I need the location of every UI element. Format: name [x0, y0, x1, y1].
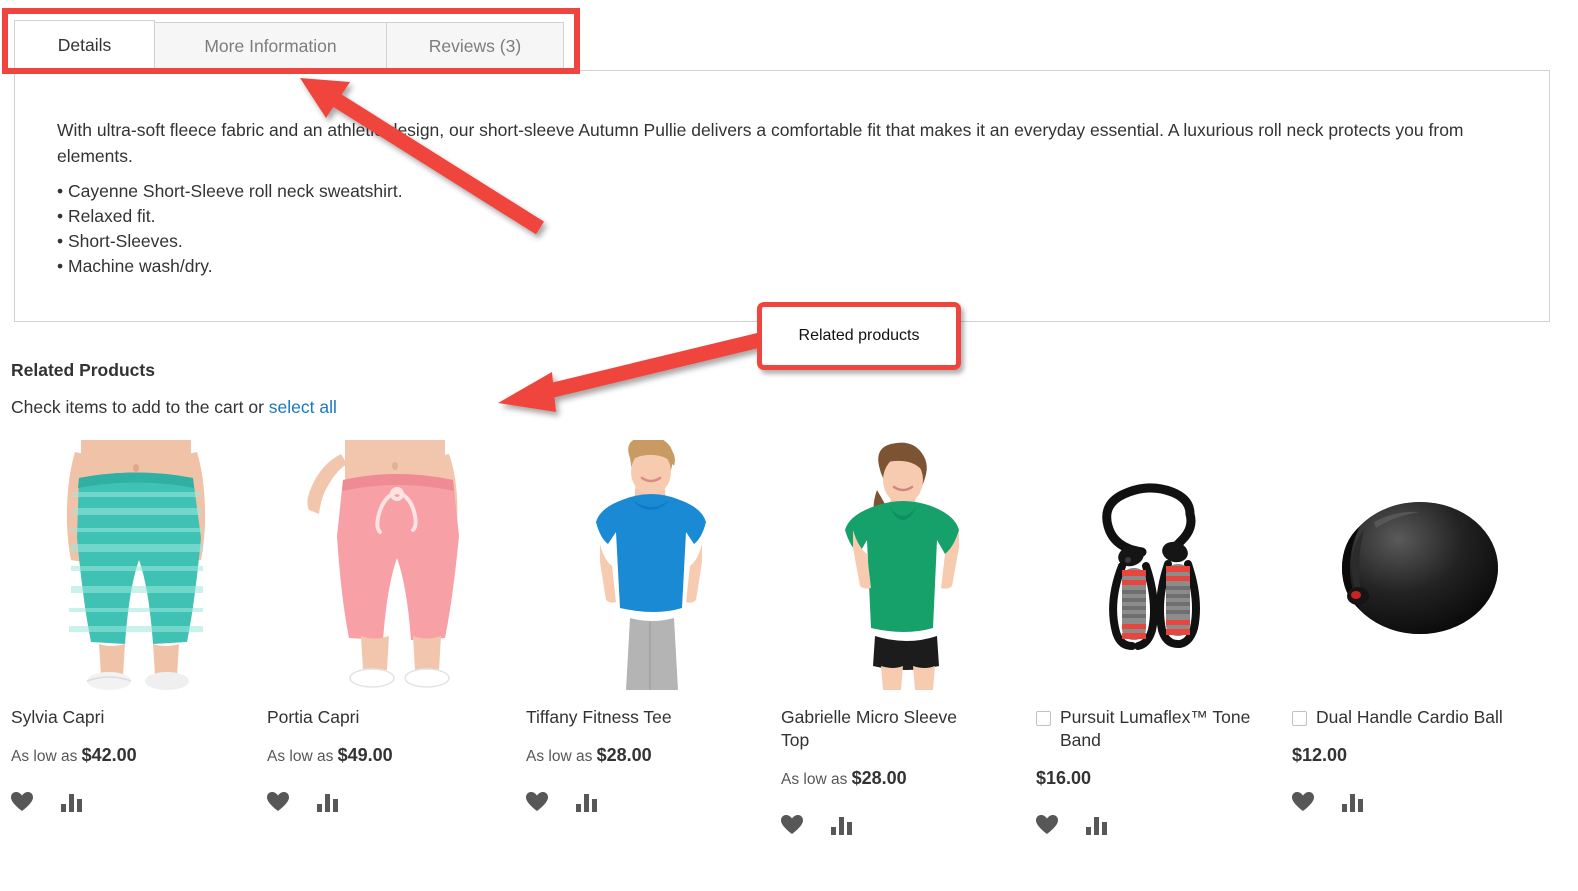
price-amount: $28.00 [851, 768, 907, 788]
product-image-black-resistance-tone-band[interactable] [1036, 440, 1286, 690]
tab-more-information-label: More Information [204, 36, 337, 56]
product-description-paragraph: With ultra-soft fleece fabric and an ath… [57, 120, 1464, 166]
tab-details-label: Details [57, 35, 112, 55]
heart-icon[interactable] [267, 792, 289, 812]
heart-icon[interactable] [11, 792, 33, 812]
price-prefix: As low as [267, 748, 338, 765]
product-name-row: Dual Handle Cardio Ball [1292, 706, 1542, 729]
product-detail-page: Details More Information Reviews (3) Wit… [0, 0, 1578, 891]
related-products-grid: Sylvia Capri As low as $42.00 Portia Cap… [11, 440, 1571, 860]
price-amount: $42.00 [81, 745, 137, 765]
product-name-row: Tiffany Fitness Tee [526, 706, 776, 729]
price-amount: $28.00 [596, 745, 652, 765]
product-name[interactable]: Gabrielle Micro Sleeve Top [781, 706, 986, 752]
product-card: Sylvia Capri As low as $42.00 [11, 440, 261, 812]
tab-details[interactable]: Details [14, 20, 155, 71]
compare-bars-icon[interactable] [317, 792, 339, 812]
product-tabs: Details More Information Reviews (3) [14, 20, 564, 71]
product-image-teal-striped-capri-leggings[interactable] [11, 440, 261, 690]
feature-item: • Relaxed fit. [57, 206, 156, 226]
product-actions [11, 792, 261, 812]
instruction-text: Check items to add to the cart or [11, 397, 269, 417]
product-actions [267, 792, 517, 812]
product-select-checkbox[interactable] [1036, 711, 1051, 726]
product-actions [781, 815, 1031, 835]
product-actions [1036, 815, 1286, 835]
select-all-link[interactable]: select all [269, 397, 337, 417]
product-name-row: Pursuit Lumaflex™ Tone Band [1036, 706, 1286, 752]
product-card: Portia Capri As low as $49.00 [267, 440, 517, 812]
price-amount: $12.00 [1292, 745, 1348, 765]
product-name-row: Portia Capri [267, 706, 517, 729]
price-amount: $49.00 [337, 745, 393, 765]
feature-item: • Short-Sleeves. [57, 231, 183, 251]
tab-reviews[interactable]: Reviews (3) [386, 22, 564, 71]
product-card: Gabrielle Micro Sleeve Top As low as $28… [781, 440, 1031, 835]
product-image-green-v-neck-tee[interactable] [781, 440, 1031, 690]
product-price: As low as $49.00 [267, 745, 517, 766]
tab-reviews-label: Reviews (3) [428, 36, 522, 56]
compare-bars-icon[interactable] [1086, 815, 1108, 835]
product-name-row: Gabrielle Micro Sleeve Top [781, 706, 1031, 752]
product-price: As low as $42.00 [11, 745, 261, 766]
feature-item: • Cayenne Short-Sleeve roll neck sweatsh… [57, 181, 403, 201]
product-card: Dual Handle Cardio Ball $12.00 [1292, 440, 1542, 812]
related-products-instruction: Check items to add to the cart or select… [11, 397, 337, 418]
product-price: As low as $28.00 [781, 768, 1031, 789]
annotation-callout-related-products: Related products [757, 302, 961, 370]
annotation-callout-label: Related products [798, 327, 920, 344]
heart-icon[interactable] [781, 815, 803, 835]
price-prefix: As low as [526, 748, 597, 765]
product-name[interactable]: Pursuit Lumaflex™ Tone Band [1060, 706, 1265, 752]
product-card: Tiffany Fitness Tee As low as $28.00 [526, 440, 776, 812]
product-select-checkbox[interactable] [1292, 711, 1307, 726]
tab-content-details: With ultra-soft fleece fabric and an ath… [14, 70, 1550, 322]
compare-bars-icon[interactable] [61, 792, 83, 812]
price-prefix: As low as [781, 771, 852, 788]
product-card: Pursuit Lumaflex™ Tone Band $16.00 [1036, 440, 1286, 835]
tab-more-information[interactable]: More Information [154, 22, 387, 71]
compare-bars-icon[interactable] [1342, 792, 1364, 812]
product-feature-list: • Cayenne Short-Sleeve roll neck sweatsh… [57, 179, 403, 279]
heart-icon[interactable] [1292, 792, 1314, 812]
product-actions [1292, 792, 1542, 812]
related-products-heading: Related Products [11, 360, 155, 380]
heart-icon[interactable] [1036, 815, 1058, 835]
product-image-black-cardio-ball[interactable] [1292, 440, 1542, 690]
compare-bars-icon[interactable] [831, 815, 853, 835]
product-actions [526, 792, 776, 812]
product-name[interactable]: Sylvia Capri [11, 706, 104, 729]
annotation-arrow-to-related [498, 332, 762, 412]
product-name-row: Sylvia Capri [11, 706, 261, 729]
compare-bars-icon[interactable] [576, 792, 598, 812]
product-price: $16.00 [1036, 768, 1286, 789]
product-image-pink-capri-sweatpants[interactable] [267, 440, 517, 690]
product-price: $12.00 [1292, 745, 1542, 766]
product-name[interactable]: Dual Handle Cardio Ball [1316, 706, 1503, 729]
product-image-blue-scoop-neck-tee[interactable] [526, 440, 776, 690]
feature-item: • Machine wash/dry. [57, 256, 213, 276]
heart-icon[interactable] [526, 792, 548, 812]
price-amount: $16.00 [1036, 768, 1092, 788]
product-price: As low as $28.00 [526, 745, 776, 766]
product-name[interactable]: Tiffany Fitness Tee [526, 706, 672, 729]
price-prefix: As low as [11, 748, 82, 765]
product-name[interactable]: Portia Capri [267, 706, 359, 729]
